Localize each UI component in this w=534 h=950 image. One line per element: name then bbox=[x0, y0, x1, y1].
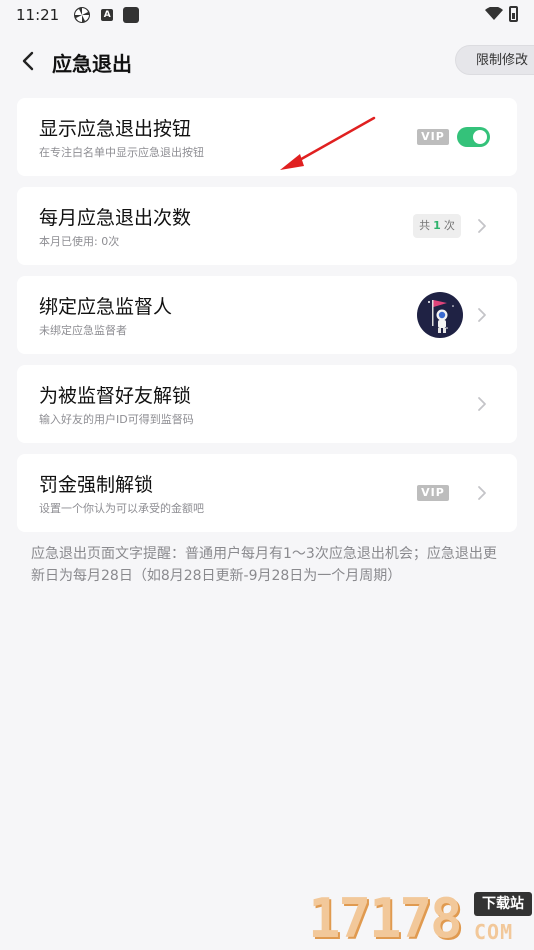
card-show-emergency-exit-button: 显示应急退出按钮 在专注白名单中显示应急退出按钮 VIP bbox=[17, 98, 517, 176]
astronaut-icon bbox=[428, 300, 454, 333]
vip-badge: VIP bbox=[417, 129, 449, 145]
chevron-right-icon bbox=[478, 219, 486, 233]
card-monthly-exit-count[interactable]: 每月应急退出次数 本月已使用: 0次 共1次 bbox=[17, 187, 517, 265]
status-right bbox=[485, 6, 518, 22]
card-title: 为被监督好友解锁 bbox=[39, 385, 192, 407]
card-subtitle: 输入好友的用户ID可得到监督码 bbox=[39, 413, 194, 426]
card-subtitle: 未绑定应急监督者 bbox=[39, 324, 127, 337]
chevron-right-icon bbox=[478, 486, 486, 500]
exit-count-badge: 共1次 bbox=[413, 214, 461, 238]
exit-reminder-note: 应急退出页面文字提醒：普通用户每月有1～3次应急退出机会；应急退出更新日为每月2… bbox=[31, 546, 497, 584]
app-square-icon bbox=[123, 7, 140, 23]
card-title: 显示应急退出按钮 bbox=[39, 118, 192, 140]
chevron-right-icon bbox=[478, 308, 486, 322]
watermark-tag: 下载站 bbox=[474, 892, 532, 916]
battery-icon bbox=[509, 6, 518, 22]
card-title: 罚金强制解锁 bbox=[39, 474, 154, 496]
card-subtitle: 设置一个你认为可以承受的金额吧 bbox=[39, 502, 204, 515]
chevron-right-icon bbox=[478, 397, 486, 411]
card-subtitle: 在专注白名单中显示应急退出按钮 bbox=[39, 146, 204, 159]
card-unlock-supervised-friend[interactable]: 为被监督好友解锁 输入好友的用户ID可得到监督码 bbox=[17, 365, 517, 443]
show-exit-button-toggle[interactable] bbox=[457, 127, 490, 147]
watermark-domain: COM bbox=[474, 920, 514, 944]
card-subtitle: 本月已使用: 0次 bbox=[39, 235, 120, 248]
status-bar: 11:21 A bbox=[0, 0, 534, 30]
limit-modify-button[interactable]: 限制修改 bbox=[455, 45, 534, 75]
back-arrow-icon[interactable] bbox=[18, 50, 40, 72]
count-value: 1 bbox=[433, 219, 441, 232]
card-fine-force-unlock[interactable]: 罚金强制解锁 设置一个你认为可以承受的金额吧 VIP bbox=[17, 454, 517, 532]
watermark-number: 17178 bbox=[308, 887, 463, 950]
card-title: 每月应急退出次数 bbox=[39, 207, 192, 229]
card-title: 绑定应急监督人 bbox=[39, 296, 173, 318]
wifi-icon bbox=[485, 7, 503, 20]
app-a-icon: A bbox=[101, 9, 114, 21]
count-suffix: 次 bbox=[443, 219, 455, 232]
header: 应急退出 限制修改 bbox=[0, 40, 534, 84]
pinwheel-icon bbox=[74, 7, 91, 23]
card-bind-supervisor[interactable]: 绑定应急监督人 未绑定应急监督者 bbox=[17, 276, 517, 354]
page-title: 应急退出 bbox=[52, 52, 132, 76]
vip-badge: VIP bbox=[417, 485, 449, 501]
supervisor-avatar bbox=[417, 292, 463, 338]
watermark-logo: 17178 下载站 COM bbox=[306, 888, 534, 950]
status-time: 11:21 bbox=[16, 6, 60, 24]
count-prefix: 共 bbox=[419, 219, 431, 232]
